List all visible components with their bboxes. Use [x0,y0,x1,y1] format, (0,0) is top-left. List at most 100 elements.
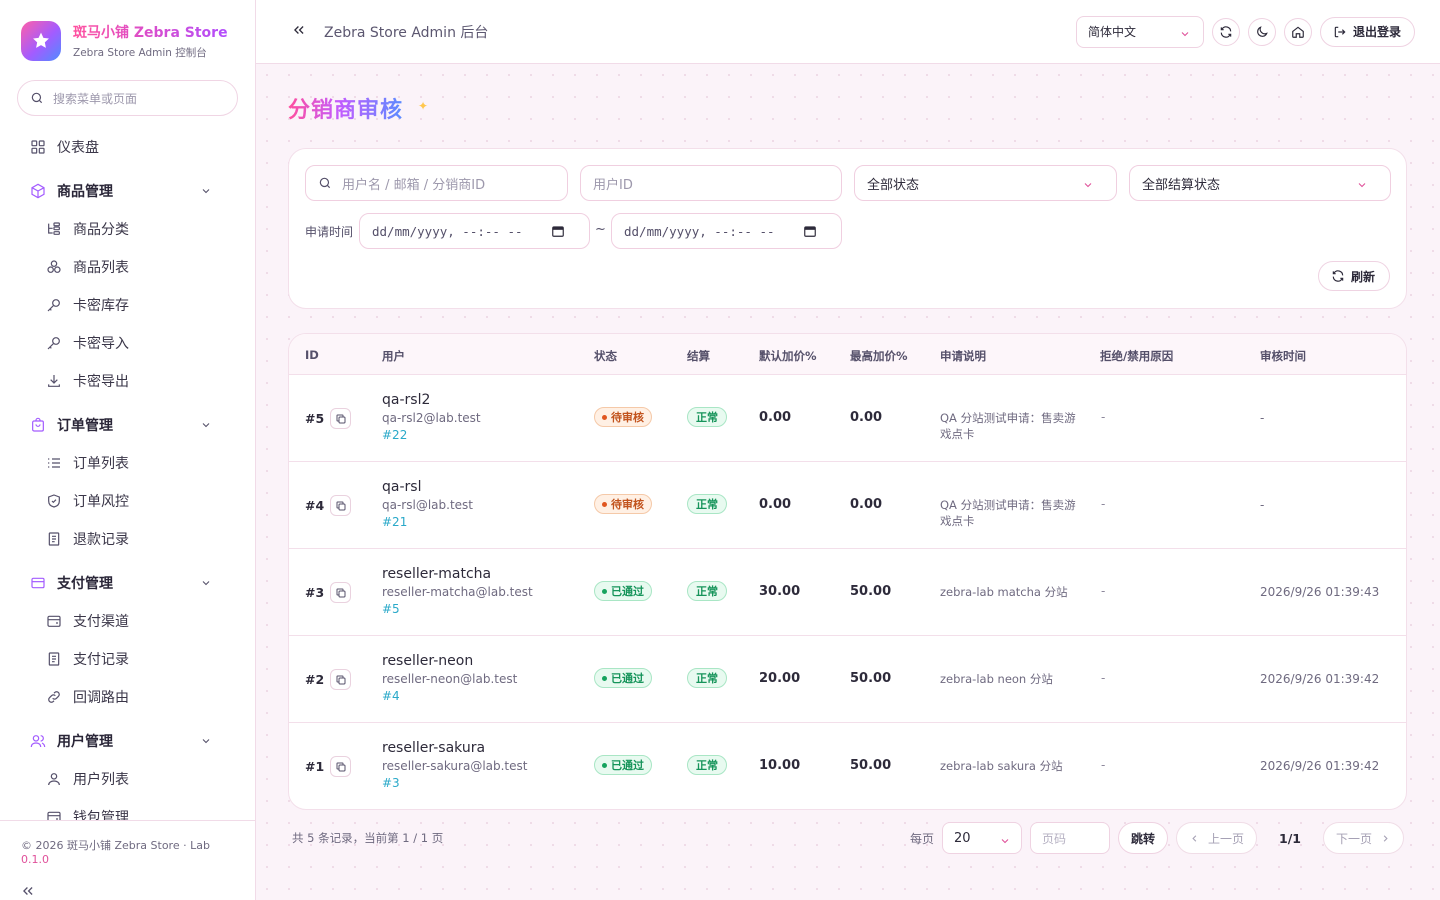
sidebar-item-product-category[interactable]: 商品分类 [0,210,255,248]
copy-id-button[interactable] [330,756,351,777]
status-badge: 待审核 [594,494,652,514]
refresh-button[interactable]: 刷新 [1317,261,1390,291]
jump-button[interactable]: 跳转 [1117,822,1168,854]
sidebar-menu: 仪表盘 商品管理 商品分类 商品列表 卡密库存 卡密导入 卡密导出 订单管理 订… [0,128,255,820]
copy-icon [336,414,345,423]
sidebar-group-products[interactable]: 商品管理 [0,172,255,210]
brand[interactable]: 斑马小铺 Zebra Store Zebra Store Admin 控制台 [0,0,255,62]
cube-icon [31,183,45,199]
copy-id-button[interactable] [330,408,351,429]
per-page-select[interactable]: 20 [941,822,1022,854]
tree-icon [48,222,60,235]
prev-page-button[interactable]: 上一页 [1176,822,1258,854]
sidebar-item-label: 商品列表 [73,260,129,276]
max-markup: 50.00 [850,671,892,686]
table-row: #4 qa-rsl qa-rsl@lab.test #21 待审核 正常 0.0… [289,462,1406,549]
user-id-link[interactable]: #5 [382,602,533,616]
settle-badge: 正常 [687,581,727,601]
filter-card: 用户名 / 邮箱 / 分销商ID 用户ID 全部状态 全部结算状态 申请时间 d… [288,148,1407,309]
language-select[interactable]: 简体中文 [1075,15,1204,48]
copy-icon [336,762,345,771]
sidebar-item-label: 仪表盘 [57,140,99,156]
sidebar-item-payment-channels[interactable]: 支付渠道 [0,602,255,640]
copy-id-button[interactable] [330,495,351,516]
language-value: 简体中文 [1087,25,1136,39]
status-select[interactable]: 全部状态 [854,165,1117,201]
reseller-id: #3 [305,585,325,600]
copy-id-button[interactable] [330,669,351,690]
user-id-link[interactable]: #3 [382,776,527,790]
sidebar-collapse-button[interactable] [21,884,234,900]
sidebar-item-user-list[interactable]: 用户列表 [0,760,255,798]
calendar-icon [552,226,564,237]
table-body: #5 qa-rsl2 qa-rsl2@lab.test #22 待审核 正常 0… [289,375,1406,809]
sidebar-group-orders[interactable]: 订单管理 [0,406,255,444]
pagination: 每页 20 页码 跳转 上一页 1/1 下一页 [910,822,1404,854]
sidebar-group-payments[interactable]: 支付管理 [0,564,255,602]
date-end-input[interactable]: dd/mm/yyyy, --:-- -- [611,213,842,249]
sidebar-group-users[interactable]: 用户管理 [0,722,255,760]
status-dot-icon [602,762,607,768]
user-name: qa-rsl2 [382,392,431,408]
sidebar-item-card-import[interactable]: 卡密导入 [0,324,255,362]
double-chevron-left-icon [294,26,304,34]
date-start-input[interactable]: dd/mm/yyyy, --:-- -- [359,213,590,249]
apply-description: QA 分站测试申请：售卖游戏点卡 [940,411,1076,441]
sidebar-item-dashboard[interactable]: 仪表盘 [0,128,255,166]
brand-logo-icon [21,21,61,61]
status-dot-icon [602,588,607,594]
sidebar-item-order-list[interactable]: 订单列表 [0,444,255,482]
receipt-icon [48,532,60,546]
refresh-icon [1332,270,1344,282]
page-title: 分销商审核 [288,92,403,124]
reload-button[interactable] [1211,17,1240,46]
sidebar-item-label: 卡密导出 [73,374,129,390]
chevron-down-icon [202,581,210,586]
sidebar-group-label: 用户管理 [57,734,113,750]
wallet-icon [47,811,61,820]
user-id-link[interactable]: #22 [382,428,481,442]
home-icon [1292,26,1304,38]
settle-status-select[interactable]: 全部结算状态 [1129,165,1391,201]
logout-icon [1334,26,1346,37]
sidebar-item-payment-records[interactable]: 支付记录 [0,640,255,678]
user-cell: reseller-matcha reseller-matcha@lab.test… [382,566,533,616]
sidebar-item-wallet-management[interactable]: 钱包管理 [0,798,255,820]
menu-search-input[interactable]: 搜索菜单或页面 [17,80,238,116]
settle-cell: 正常 [687,755,727,775]
search-icon [319,177,331,189]
user-cell: reseller-sakura reseller-sakura@lab.test… [382,740,527,790]
boxes-icon [47,260,61,273]
sidebar-item-order-risk[interactable]: 订单风控 [0,482,255,520]
copy-id-button[interactable] [330,582,351,603]
keyword-search-input[interactable]: 用户名 / 邮箱 / 分销商ID [305,165,568,201]
user-id-link[interactable]: #4 [382,689,517,703]
copy-icon [336,675,345,684]
status-text: 待审核 [611,498,644,511]
col-status: 状态 [594,349,617,363]
user-name: reseller-sakura [382,740,486,756]
page-number-input[interactable]: 页码 [1029,822,1110,854]
sidebar-item-callback-routes[interactable]: 回调路由 [0,678,255,716]
sidebar-item-product-list[interactable]: 商品列表 [0,248,255,286]
user-id-input[interactable]: 用户ID [580,165,842,201]
theme-toggle-button[interactable] [1247,17,1276,46]
sidebar-item-label: 支付渠道 [73,614,129,630]
sidebar: 斑马小铺 Zebra Store Zebra Store Admin 控制台 搜… [0,0,256,900]
sidebar-item-label: 订单风控 [73,494,129,510]
next-page-label: 下一页 [1335,831,1372,846]
apply-description: zebra-lab matcha 分站 [940,585,1068,599]
sidebar-item-card-export[interactable]: 卡密导出 [0,362,255,400]
header-collapse-button[interactable] [292,22,306,41]
sidebar-item-card-stock[interactable]: 卡密库存 [0,286,255,324]
user-id-link[interactable]: #21 [382,515,473,529]
per-page-value: 20 [953,830,971,846]
list-icon [48,458,60,468]
wallet-icon [47,615,61,627]
reject-reason: - [1101,584,1106,598]
sidebar-item-refund-records[interactable]: 退款记录 [0,520,255,558]
home-button[interactable] [1283,17,1312,46]
sidebar-item-label: 卡密库存 [73,298,129,314]
next-page-button[interactable]: 下一页 [1322,822,1404,854]
logout-button[interactable]: 退出登录 [1319,16,1415,47]
